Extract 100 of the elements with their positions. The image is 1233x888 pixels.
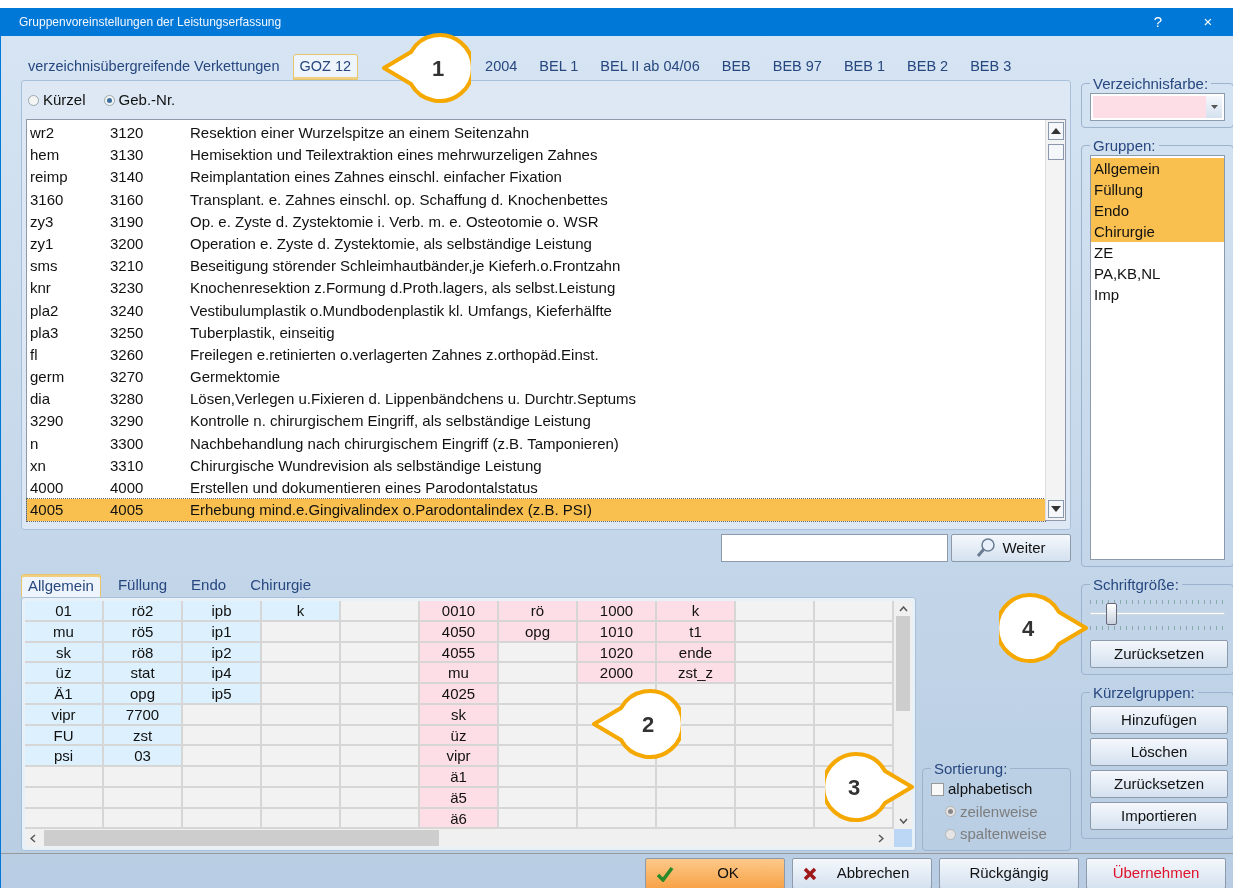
number-cell-text: 3230 <box>110 278 145 299</box>
list-row[interactable]: knr 3230 Knochenresektion z.Formung d.Proth.lagers, als selbst.Leistung <box>27 277 1045 300</box>
number-cell-text: 3310 <box>110 455 145 476</box>
list-row[interactable]: 4005 4005 Erhebung mind.e.Gingivalindex o.Parodontalindex (z.B. PSI) <box>27 499 1045 522</box>
tab[interactable]: Allgemein <box>21 573 101 597</box>
code-cell-text: pla3 <box>30 322 60 343</box>
close-button[interactable]: × <box>1183 10 1233 34</box>
list-row[interactable]: n 3300 Nachbehandlung nach chirurgischem Eingriff (z.B. Tamponieren) <box>27 432 1045 455</box>
grid-cell: zst <box>104 725 181 747</box>
group-label: Schriftgröße: <box>1092 577 1180 592</box>
number-cell-text: 3260 <box>110 344 145 365</box>
grid-cell: vipr <box>420 746 497 767</box>
grid-cell: stat <box>104 663 181 684</box>
grid-cell: 4025 <box>420 684 497 705</box>
help-button[interactable]: ? <box>1133 10 1183 34</box>
tab[interactable]: BEL II ab 04/06 <box>593 54 707 80</box>
grid-cell: FU <box>25 725 102 747</box>
grid-cell: Ä1 <box>25 684 102 705</box>
description-cell-text: Tuberplastik, einseitig <box>190 322 335 343</box>
list-row[interactable]: zy1 3200 Operation e. Zyste d. Zystektomie, als selbständige Leistung <box>27 232 1045 256</box>
list-row[interactable]: hem 3130 Hemisektion und Teilextraktion eines mehrwurzeligen Zahnes <box>27 144 1045 167</box>
description-cell-text: Kontrolle n. chirurgischem Eingriff, als selbständige Leistung <box>190 411 591 432</box>
list-item[interactable]: Chirurgie <box>1091 221 1224 242</box>
list-row[interactable]: germ 3270 Germektomie <box>27 366 1045 389</box>
tab[interactable]: verzeichnisübergreifende Verkettungen <box>21 54 287 80</box>
list-row[interactable]: 4000 4000 Erstellen und dokumentieren eines Parodontalstatus <box>27 477 1045 500</box>
action-button[interactable]: Löschen <box>1090 738 1228 766</box>
description-cell-text: Nachbehandlung nach chirurgischem Eingriff (z.B. Tamponieren) <box>190 433 619 454</box>
grid-cell: ip1 <box>183 621 260 643</box>
list-row[interactable]: 3160 3160 Transplant. e. Zahnes einschl. op. Schaffung d. Knochenbettes <box>27 188 1045 211</box>
list-item[interactable]: ZE <box>1091 242 1224 263</box>
tab[interactable]: BEB 1 <box>836 54 893 80</box>
code-cell-text: 4000 <box>30 478 65 498</box>
tab[interactable]: 2004 <box>478 54 525 80</box>
action-button[interactable]: Zurücksetzen <box>1090 770 1228 798</box>
grid-cell: k <box>262 601 339 622</box>
grid-cell: t1 <box>657 621 734 643</box>
list-row[interactable]: pla3 3250 Tuberplastik, einseitig <box>27 321 1045 344</box>
list-row[interactable]: sms 3210 Beseitigung störender Schleimhautbänder,je Kieferh.o.Frontzahn <box>27 255 1045 278</box>
number-cell-text: 3270 <box>110 367 145 388</box>
tab[interactable]: BEB 3 <box>963 54 1019 80</box>
search-field[interactable] <box>721 534 948 562</box>
grid-cell: k <box>657 601 734 622</box>
window-title: Gruppenvoreinstellungen der Leistungserfassung <box>19 14 283 31</box>
search-button[interactable]: Weiter <box>951 534 1071 562</box>
group-label: Sortierung: <box>933 761 1009 776</box>
apply-button[interactable]: Übernehmen <box>1086 858 1226 888</box>
list-row[interactable]: wr2 3120 Resektion einer Wurzelspitze an einem Seitenzahn <box>27 122 1045 145</box>
action-button[interactable]: Hinzufügen <box>1090 706 1228 734</box>
checkbox[interactable] <box>931 782 944 796</box>
number-cell-text: 3120 <box>110 123 145 143</box>
grid-cell: sk <box>25 642 102 664</box>
tab[interactable]: Füllung <box>110 572 175 597</box>
font-size-slider[interactable] <box>1090 598 1225 630</box>
list-row[interactable]: 3290 3290 Kontrolle n. chirurgischem Eingriff, als selbständige Leistung <box>27 410 1045 433</box>
list-item[interactable]: PA,KB,NL <box>1091 263 1224 284</box>
list-item[interactable]: Allgemein <box>1091 158 1224 179</box>
grid-cell: opg <box>104 684 181 705</box>
description-cell-text: Hemisektion und Teilextraktion eines mehrwurzeligen Zahnes <box>190 145 598 166</box>
list-row[interactable]: xn 3310 Chirurgische Wundrevision als selbständige Leistung <box>27 454 1045 477</box>
scroll-thumb[interactable] <box>1047 144 1064 160</box>
list-item[interactable]: Füllung <box>1091 179 1224 200</box>
number-cell-text: 4005 <box>110 500 145 521</box>
tab[interactable]: BEB <box>714 54 758 80</box>
list-row[interactable]: dia 3280 Lösen,Verlegen u.Fixieren d. Lippenbändchens u. Durchtr.Septums <box>27 388 1045 411</box>
grid-cell: psi <box>25 746 102 767</box>
scroll-down-button[interactable] <box>1047 500 1064 518</box>
radio-label: spaltenweise <box>960 824 1047 844</box>
horizontal-scrollbar[interactable] <box>25 829 912 848</box>
list-row[interactable]: pla2 3240 Vestibulumplastik o.Mundbodenplastik kl. Umfangs, Kieferhälfte <box>27 299 1045 322</box>
description-cell-text: Erstellen und dokumentieren eines Parodontalstatus <box>190 478 538 498</box>
code-cell-text: wr2 <box>30 123 56 143</box>
list-row[interactable]: reimp 3140 Reimplantation eines Zahnes einschl. einfacher Fixation <box>27 166 1045 189</box>
code-cell-text: sms <box>30 256 59 277</box>
tab[interactable]: Chirurgie <box>243 572 318 597</box>
list-item[interactable]: Imp <box>1091 284 1224 305</box>
vertical-scrollbar[interactable] <box>894 601 912 830</box>
scroll-up-button[interactable] <box>1047 122 1064 140</box>
grid-cell: mu <box>25 621 102 643</box>
tab[interactable]: BEL 1 <box>532 54 586 80</box>
tab[interactable]: GOZ 12 <box>292 54 359 80</box>
grid-cell: ip4 <box>183 663 260 684</box>
action-button[interactable]: Importieren <box>1090 802 1228 830</box>
grid-cell: 4055 <box>420 642 497 664</box>
color-dropdown[interactable] <box>1090 93 1225 121</box>
grid-cell: ä1 <box>420 767 497 788</box>
grid-cell: vipr <box>25 704 102 726</box>
code-cell-text: 4005 <box>30 500 65 521</box>
undo-button[interactable]: Rückgängig <box>939 858 1079 888</box>
slider-thumb[interactable] <box>1106 603 1118 625</box>
tab[interactable]: BEB 2 <box>900 54 956 80</box>
list-item[interactable]: Endo <box>1091 200 1224 221</box>
ok-button[interactable]: OK <box>645 858 785 888</box>
tab[interactable]: BEB 97 <box>765 54 829 80</box>
cancel-button[interactable]: Abbrechen <box>792 858 932 888</box>
tab[interactable]: Endo <box>184 572 234 597</box>
list-row[interactable]: fl 3260 Freilegen e.retinierten o.verlagerten Zahnes z.orthopäd.Einst. <box>27 343 1045 367</box>
up-arrow-icon <box>1050 128 1061 134</box>
reset-button[interactable]: Zurücksetzen <box>1090 640 1228 668</box>
list-row[interactable]: zy3 3190 Op. e. Zyste d. Zystektomie i. Verb. m. e. Osteotomie o. WSR <box>27 210 1045 233</box>
